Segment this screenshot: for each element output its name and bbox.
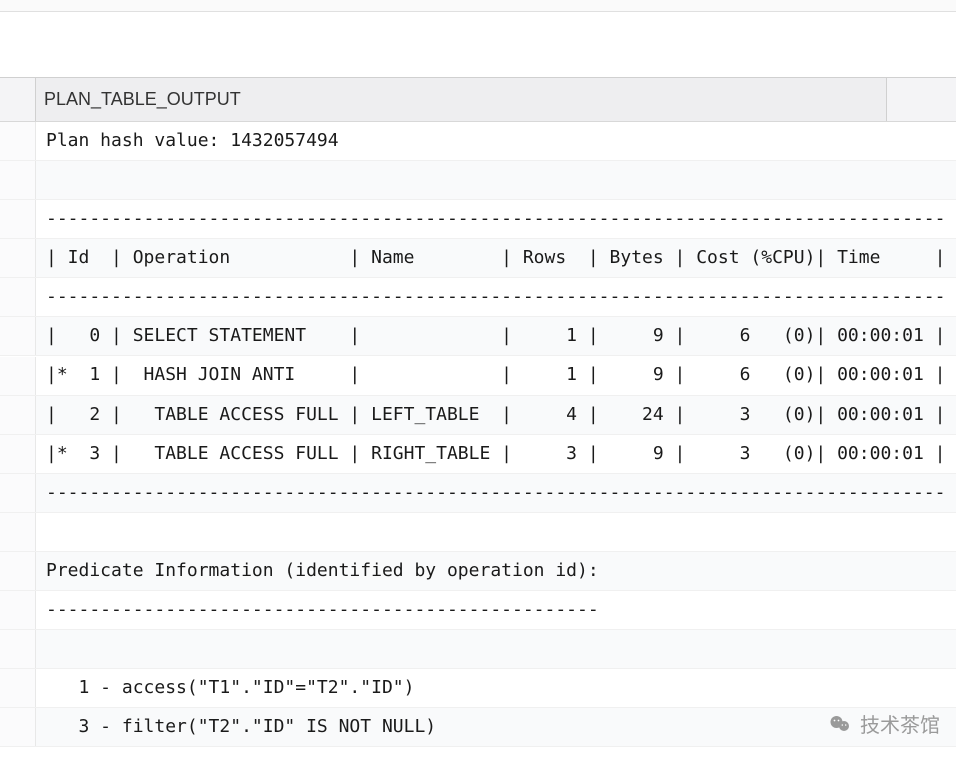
table-row[interactable]	[0, 630, 956, 669]
cell-plan-output: | 2 | TABLE ACCESS FULL | LEFT_TABLE | 4…	[36, 396, 955, 434]
cell-plan-output	[36, 174, 56, 186]
table-row[interactable]: 1 - access("T1"."ID"="T2"."ID")	[0, 669, 956, 708]
table-row[interactable]: ----------------------------------------…	[0, 591, 956, 630]
cell-plan-output: |* 1 | HASH JOIN ANTI | | 1 | 9 | 6 (0)|…	[36, 356, 955, 394]
table-body: Plan hash value: 1432057494 -------------…	[0, 122, 956, 747]
row-number-gutter	[0, 669, 36, 707]
row-number-gutter	[0, 122, 36, 160]
results-table: PLAN_TABLE_OUTPUT Plan hash value: 14320…	[0, 77, 956, 747]
row-number-gutter	[0, 357, 36, 395]
table-row[interactable]	[0, 513, 956, 552]
table-row[interactable]: 3 - filter("T2"."ID" IS NOT NULL)	[0, 708, 956, 747]
table-row[interactable]: |* 1 | HASH JOIN ANTI | | 1 | 9 | 6 (0)|…	[0, 356, 956, 395]
spacer	[0, 12, 956, 77]
header-end	[886, 78, 956, 121]
table-row[interactable]: | 0 | SELECT STATEMENT | | 1 | 9 | 6 (0)…	[0, 317, 956, 356]
cell-plan-output: | Id | Operation | Name | Rows | Bytes |…	[36, 239, 955, 277]
table-row[interactable]: | 2 | TABLE ACCESS FULL | LEFT_TABLE | 4…	[0, 396, 956, 435]
cell-plan-output: ----------------------------------------…	[36, 200, 955, 238]
row-number-gutter	[0, 239, 36, 277]
table-row[interactable]: Predicate Information (identified by ope…	[0, 552, 956, 591]
row-number-gutter	[0, 591, 36, 629]
table-row[interactable]: |* 3 | TABLE ACCESS FULL | RIGHT_TABLE |…	[0, 435, 956, 474]
cell-plan-output: ----------------------------------------…	[36, 474, 955, 512]
row-number-gutter	[0, 278, 36, 316]
cell-plan-output: 1 - access("T1"."ID"="T2"."ID")	[36, 669, 424, 707]
row-number-gutter	[0, 161, 36, 199]
table-row[interactable]	[0, 161, 956, 200]
row-number-gutter	[0, 513, 36, 551]
row-number-gutter-header	[0, 78, 36, 121]
row-number-gutter	[0, 708, 36, 746]
row-number-gutter	[0, 435, 36, 473]
cell-plan-output: 3 - filter("T2"."ID" IS NOT NULL)	[36, 708, 446, 746]
table-row[interactable]: ----------------------------------------…	[0, 200, 956, 239]
row-number-gutter	[0, 200, 36, 238]
cell-plan-output: Plan hash value: 1432057494	[36, 122, 349, 160]
row-number-gutter	[0, 396, 36, 434]
row-number-gutter	[0, 317, 36, 355]
cell-plan-output	[36, 643, 56, 655]
toolbar-stub	[0, 0, 956, 12]
row-number-gutter	[0, 552, 36, 590]
cell-plan-output	[36, 526, 56, 538]
cell-plan-output: | 0 | SELECT STATEMENT | | 1 | 9 | 6 (0)…	[36, 317, 955, 355]
table-row[interactable]: ----------------------------------------…	[0, 474, 956, 513]
cell-plan-output: |* 3 | TABLE ACCESS FULL | RIGHT_TABLE |…	[36, 435, 955, 473]
table-row[interactable]: ----------------------------------------…	[0, 278, 956, 317]
cell-plan-output: ----------------------------------------…	[36, 591, 609, 629]
cell-plan-output: Predicate Information (identified by ope…	[36, 552, 609, 590]
row-number-gutter	[0, 474, 36, 512]
cell-plan-output: ----------------------------------------…	[36, 278, 955, 316]
table-row[interactable]: | Id | Operation | Name | Rows | Bytes |…	[0, 239, 956, 278]
row-number-gutter	[0, 630, 36, 668]
table-header-row: PLAN_TABLE_OUTPUT	[0, 78, 956, 122]
table-row[interactable]: Plan hash value: 1432057494	[0, 122, 956, 161]
column-header-plan-output[interactable]: PLAN_TABLE_OUTPUT	[36, 89, 886, 110]
